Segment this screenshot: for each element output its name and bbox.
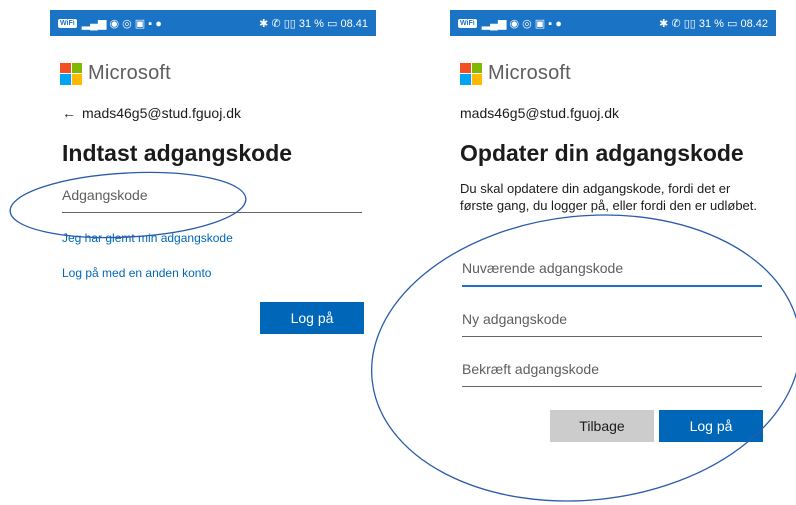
arrow-left-icon[interactable]: ← (62, 105, 76, 121)
brand-name: Microsoft (88, 62, 171, 84)
brand-name: Microsoft (488, 62, 571, 84)
update-description: Du skal opdatere din adgangskode, fordi … (460, 181, 758, 213)
signal-icon: ▂▄▆ ◉ ◎ ▣ ▪ ● (81, 17, 162, 30)
left-phone-screen: WiFi ▂▄▆ ◉ ◎ ▣ ▪ ● ✱ ✆ ▯▯ 31 % ▭ 08.41 M… (50, 0, 376, 505)
sign-in-button[interactable]: Log på (659, 410, 763, 442)
wifi-badge: WiFi (58, 18, 77, 28)
account-email: mads46g5@stud.fguoj.dk (460, 105, 619, 121)
microsoft-logo-icon (60, 62, 82, 85)
current-password-input[interactable] (462, 251, 762, 287)
password-input[interactable] (62, 178, 362, 213)
signal-icon: ▂▄▆ ◉ ◎ ▣ ▪ ● (481, 17, 562, 30)
new-password-input[interactable] (462, 302, 762, 337)
account-email[interactable]: ← mads46g5@stud.fguoj.dk (62, 105, 241, 121)
status-left: WiFi ▂▄▆ ◉ ◎ ▣ ▪ ● (58, 17, 162, 30)
right-phone-screen: WiFi ▂▄▆ ◉ ◎ ▣ ▪ ● ✱ ✆ ▯▯ 31 % ▭ 08.42 M… (450, 0, 776, 505)
microsoft-logo: Microsoft (60, 62, 171, 85)
wifi-badge: WiFi (458, 18, 477, 28)
sign-in-button[interactable]: Log på (260, 302, 364, 334)
page-title: Indtast adgangskode (62, 140, 293, 166)
back-button[interactable]: Tilbage (550, 410, 654, 442)
status-right: ✱ ✆ ▯▯ 31 % ▭ 08.41 (259, 17, 368, 30)
email-text: mads46g5@stud.fguoj.dk (82, 105, 241, 121)
forgot-password-link[interactable]: Jeg har glemt min adgangskode (62, 231, 233, 245)
other-account-link[interactable]: Log på med en anden konto (62, 266, 211, 280)
confirm-password-input[interactable] (462, 352, 762, 387)
status-right: ✱ ✆ ▯▯ 31 % ▭ 08.42 (659, 17, 768, 30)
microsoft-logo-icon (460, 62, 482, 85)
status-left: WiFi ▂▄▆ ◉ ◎ ▣ ▪ ● (458, 17, 562, 30)
microsoft-logo: Microsoft (460, 62, 571, 85)
page-title: Opdater din adgangskode (460, 140, 744, 166)
status-bar: WiFi ▂▄▆ ◉ ◎ ▣ ▪ ● ✱ ✆ ▯▯ 31 % ▭ 08.41 (50, 10, 376, 36)
status-bar: WiFi ▂▄▆ ◉ ◎ ▣ ▪ ● ✱ ✆ ▯▯ 31 % ▭ 08.42 (450, 10, 776, 36)
